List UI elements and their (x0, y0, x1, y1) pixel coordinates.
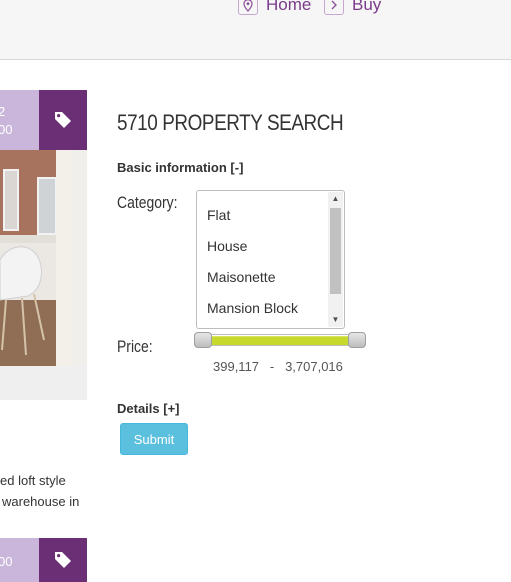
nav-buy-label: Buy (352, 0, 382, 14)
price-max-value: 3,707,016 (285, 359, 343, 374)
price-badge-line2: 00 (0, 554, 13, 569)
category-option[interactable]: Flat (207, 207, 230, 223)
category-option[interactable]: Maisonette (207, 269, 275, 285)
nav-home-label: Home (266, 0, 312, 14)
description-line: warehouse in (2, 494, 80, 509)
price-badge: 2 00 (0, 90, 39, 150)
basic-information-toggle[interactable]: Basic information [-] (117, 160, 243, 175)
price-max-handle[interactable] (348, 332, 367, 348)
listing-description: ed loft style warehouse in (0, 470, 90, 512)
listbox-scrollbar[interactable]: ▲ ▼ (328, 192, 343, 327)
nav-home-link[interactable]: Home (238, 0, 311, 17)
listing-card-header[interactable]: 00 (0, 538, 87, 582)
price-badge: 00 (0, 538, 39, 582)
nav-buy-link[interactable]: Buy (324, 0, 381, 17)
scrollbar-thumb[interactable] (330, 208, 341, 294)
category-option[interactable]: Mansion Block (207, 300, 298, 316)
photo-caption-strip (0, 366, 87, 400)
category-option[interactable]: House (207, 238, 247, 254)
category-label: Category: (117, 193, 178, 212)
listing-card-header[interactable]: 2 00 (0, 90, 87, 150)
price-range-values: 399,117 - 3,707,016 (213, 359, 343, 374)
listing-photo[interactable] (0, 150, 72, 366)
chevron-right-icon (324, 0, 344, 15)
price-range-fill (202, 336, 358, 345)
description-line: ed loft style (0, 473, 66, 488)
price-range-slider[interactable] (193, 332, 367, 348)
page-title: 5710 PROPERTY SEARCH (117, 110, 344, 135)
price-badge-line1: 2 (0, 104, 6, 119)
tag-icon[interactable] (39, 90, 87, 150)
submit-button[interactable]: Submit (120, 423, 188, 455)
scroll-down-icon[interactable]: ▼ (328, 313, 343, 327)
price-min-handle[interactable] (193, 332, 212, 348)
price-badge-line2: 00 (0, 122, 13, 137)
price-label: Price: (117, 337, 153, 356)
details-toggle[interactable]: Details [+] (117, 401, 180, 416)
scroll-up-icon[interactable]: ▲ (328, 192, 343, 206)
category-listbox[interactable]: Flat House Maisonette Mansion Block ▲ ▼ (196, 190, 345, 329)
price-min-value: 399,117 (213, 359, 260, 374)
map-pin-icon (238, 0, 258, 15)
photo-edge (72, 150, 87, 366)
top-nav-bar: Home Buy (0, 0, 511, 60)
price-separator: - (269, 359, 275, 374)
tag-icon[interactable] (39, 538, 87, 582)
